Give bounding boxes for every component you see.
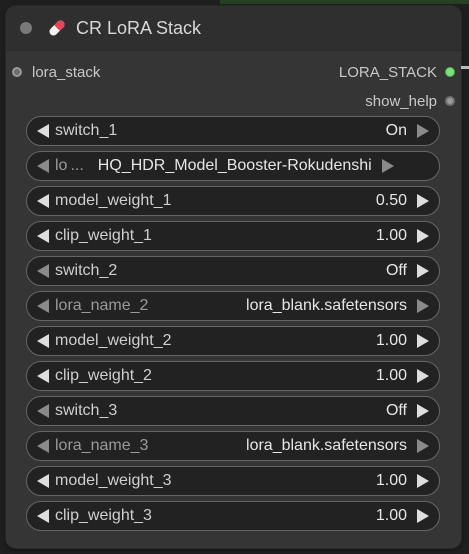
widget-value: 1.00	[375, 367, 407, 384]
widget-value: HQ_HDR_Model_Booster-Rokudenshi	[97, 157, 372, 174]
output-slot-dot[interactable]	[445, 67, 455, 77]
input-label: lora_stack	[32, 63, 101, 81]
graph-canvas[interactable]: CR LoRA Stack lora_stack LORA_STACK show…	[0, 0, 469, 554]
increment-arrow-icon[interactable]	[417, 299, 429, 313]
decrement-arrow-icon[interactable]	[37, 509, 49, 523]
widget-label: lora_name_3	[55, 437, 149, 454]
output-slot-dot[interactable]	[445, 96, 455, 106]
background-group-edge	[220, 0, 469, 4]
decrement-arrow-icon[interactable]	[37, 229, 49, 243]
node-header[interactable]: CR LoRA Stack	[6, 6, 461, 51]
widget-switch-2[interactable]: switch_2 Off	[26, 256, 440, 286]
increment-arrow-icon[interactable]	[417, 509, 429, 523]
widget-label: clip_weight_2	[55, 367, 152, 384]
output-label: LORA_STACK	[338, 63, 437, 81]
increment-arrow-icon[interactable]	[417, 334, 429, 348]
decrement-arrow-icon[interactable]	[37, 299, 49, 313]
decrement-arrow-icon[interactable]	[37, 474, 49, 488]
widget-value: 1.00	[375, 472, 407, 489]
increment-arrow-icon[interactable]	[417, 229, 429, 243]
increment-arrow-icon[interactable]	[417, 404, 429, 418]
output-label: show_help	[365, 92, 437, 110]
widget-lora-name-1[interactable]: lo ... HQ_HDR_Model_Booster-Rokudenshi	[26, 151, 440, 181]
increment-arrow-icon[interactable]	[417, 439, 429, 453]
decrement-arrow-icon[interactable]	[37, 404, 49, 418]
widget-value: Off	[385, 402, 407, 419]
collapse-toggle-icon[interactable]	[20, 22, 32, 34]
widget-lora-name-3[interactable]: lora_name_3 lora_blank.safetensors	[26, 431, 440, 461]
output-link-wire	[461, 66, 469, 69]
node-title: CR LoRA Stack	[76, 17, 202, 38]
increment-arrow-icon[interactable]	[417, 474, 429, 488]
widget-label: switch_3	[55, 402, 118, 419]
widget-value: On	[385, 122, 407, 139]
widget-value: 1.00	[375, 227, 407, 244]
widget-clip-weight-2[interactable]: clip_weight_2 1.00	[26, 361, 440, 391]
decrement-arrow-icon[interactable]	[37, 124, 49, 138]
output-slot-lora-stack[interactable]: LORA_STACK	[338, 62, 469, 82]
widget-value: 0.50	[375, 192, 407, 209]
widget-value: 1.00	[375, 332, 407, 349]
widget-label: clip_weight_1	[55, 227, 152, 244]
widget-model-weight-1[interactable]: model_weight_1 0.50	[26, 186, 440, 216]
widget-clip-weight-1[interactable]: clip_weight_1 1.00	[26, 221, 440, 251]
pill-icon	[46, 17, 68, 39]
decrement-arrow-icon[interactable]	[37, 439, 49, 453]
increment-arrow-icon[interactable]	[417, 264, 429, 278]
widget-label: switch_1	[55, 122, 118, 139]
widget-value: lora_blank.safetensors	[246, 297, 407, 314]
decrement-arrow-icon[interactable]	[37, 334, 49, 348]
widget-switch-3[interactable]: switch_3 Off	[26, 396, 440, 426]
input-slot-dot[interactable]	[12, 67, 22, 77]
widget-lora-name-2[interactable]: lora_name_2 lora_blank.safetensors	[26, 291, 440, 321]
input-slot-lora-stack[interactable]: lora_stack	[12, 62, 100, 82]
widget-label: switch_2	[55, 262, 118, 279]
increment-arrow-icon[interactable]	[381, 159, 394, 173]
decrement-arrow-icon[interactable]	[37, 194, 49, 208]
increment-arrow-icon[interactable]	[417, 124, 429, 138]
widget-switch-1[interactable]: switch_1 On	[26, 116, 440, 146]
widget-value: Off	[385, 262, 407, 279]
widget-value: 1.00	[375, 507, 407, 524]
widget-label: model_weight_1	[55, 192, 172, 209]
widget-label: lora_name_2	[55, 297, 149, 314]
widget-label: model_weight_2	[55, 332, 172, 349]
widget-model-weight-2[interactable]: model_weight_2 1.00	[26, 326, 440, 356]
widget-label: lo	[55, 157, 68, 174]
widget-value: lora_blank.safetensors	[246, 437, 407, 454]
widget-label: clip_weight_3	[55, 507, 152, 524]
widget-model-weight-3[interactable]: model_weight_3 1.00	[26, 466, 440, 496]
label-ellipsis: ...	[70, 157, 84, 174]
decrement-arrow-icon[interactable]	[37, 369, 49, 383]
widget-label: model_weight_3	[55, 472, 172, 489]
decrement-arrow-icon[interactable]	[37, 159, 49, 173]
output-slot-show-help[interactable]: show_help	[365, 91, 455, 111]
cr-lora-stack-node[interactable]: CR LoRA Stack lora_stack LORA_STACK show…	[6, 6, 469, 548]
increment-arrow-icon[interactable]	[417, 194, 429, 208]
widget-clip-weight-3[interactable]: clip_weight_3 1.00	[26, 501, 440, 531]
increment-arrow-icon[interactable]	[417, 369, 429, 383]
decrement-arrow-icon[interactable]	[37, 264, 49, 278]
